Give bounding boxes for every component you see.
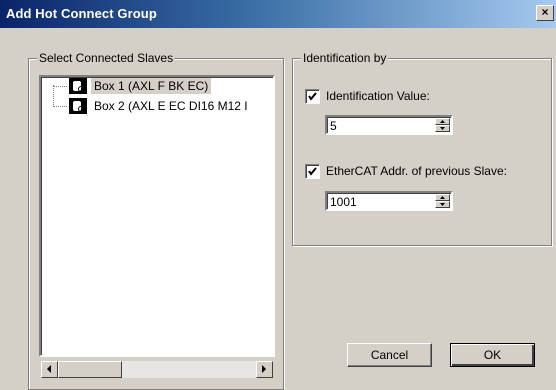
- scroll-right-button[interactable]: [256, 361, 273, 378]
- tree-item-label: Box 1 (AXL F BK EC): [91, 78, 212, 94]
- checkmark-icon: [308, 92, 317, 101]
- spin-down-button[interactable]: [435, 125, 450, 132]
- spin-down-button[interactable]: [435, 201, 450, 208]
- scroll-left-button[interactable]: [41, 361, 58, 378]
- identification-value-input[interactable]: 5: [330, 119, 337, 133]
- slaves-tree[interactable]: Box 1 (AXL F BK EC) Box 2 (AXL E EC DI16…: [39, 75, 275, 357]
- ethercat-addr-spin-buttons: [435, 194, 450, 208]
- identification-value-checkbox-row[interactable]: Identification Value:: [305, 88, 535, 104]
- tree-connector-line: [53, 85, 54, 107]
- cancel-button[interactable]: Cancel: [347, 343, 432, 367]
- arrow-up-icon: [440, 196, 445, 199]
- ethercat-addr-checkbox[interactable]: [305, 164, 320, 179]
- spin-up-button[interactable]: [435, 118, 450, 125]
- arrow-down-icon: [440, 203, 445, 206]
- tree-connector-line: [53, 106, 67, 107]
- checkmark-icon: [308, 167, 317, 176]
- horizontal-scrollbar[interactable]: [41, 361, 273, 378]
- ethercat-box-icon: [69, 98, 87, 114]
- tree-connector-line: [53, 86, 67, 87]
- arrow-left-icon: [47, 365, 51, 373]
- identification-value-checkbox[interactable]: [305, 89, 320, 104]
- title-bar: Add Hot Connect Group ×: [0, 0, 556, 28]
- tree-item-label: Box 2 (AXL E EC DI16 M12 I: [94, 99, 248, 113]
- close-button[interactable]: ×: [536, 5, 554, 21]
- arrow-down-icon: [440, 127, 445, 130]
- ok-button[interactable]: OK: [450, 343, 535, 367]
- ethercat-addr-checkbox-row[interactable]: EtherCAT Addr. of previous Slave:: [305, 163, 545, 179]
- select-connected-slaves-label: Select Connected Slaves: [37, 51, 176, 65]
- arrow-up-icon: [440, 120, 445, 123]
- select-connected-slaves-group: Select Connected Slaves Box 1 (AXL F BK …: [28, 51, 284, 390]
- identification-value-label: Identification Value:: [326, 89, 430, 103]
- identification-group: Identification by Identification Value: …: [292, 51, 552, 246]
- arrow-right-icon: [262, 365, 266, 373]
- identification-value-spin-buttons: [435, 118, 450, 132]
- ethercat-addr-spinbox[interactable]: 1001: [325, 191, 453, 211]
- ethercat-box-icon: [69, 78, 87, 94]
- ethercat-addr-input[interactable]: 1001: [330, 195, 357, 209]
- ethercat-addr-label: EtherCAT Addr. of previous Slave:: [326, 164, 507, 178]
- window-title: Add Hot Connect Group: [6, 6, 157, 21]
- dialog-body: Select Connected Slaves Box 1 (AXL F BK …: [0, 28, 556, 390]
- spin-up-button[interactable]: [435, 194, 450, 201]
- identification-by-label: Identification by: [301, 51, 389, 65]
- identification-value-spinbox[interactable]: 5: [325, 115, 453, 135]
- scroll-thumb[interactable]: [58, 361, 122, 378]
